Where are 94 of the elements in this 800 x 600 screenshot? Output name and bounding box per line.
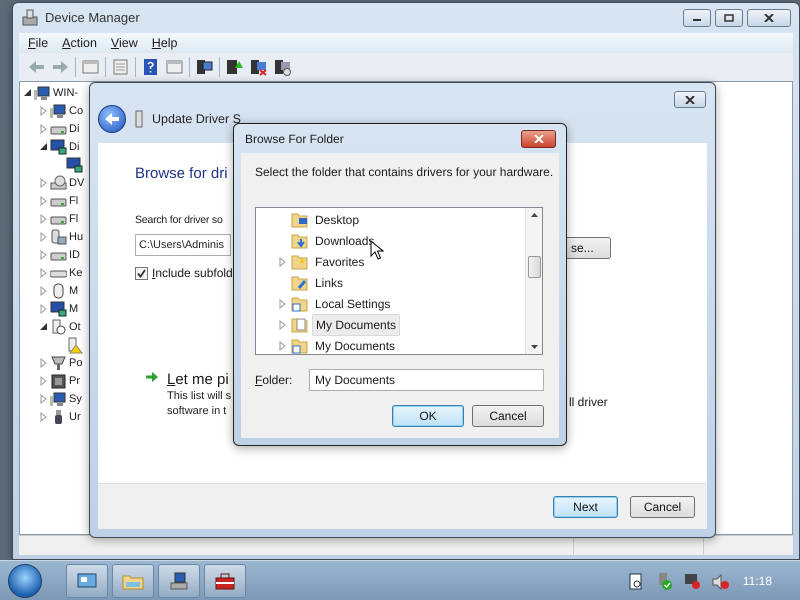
browse-button[interactable]: se...	[567, 237, 611, 259]
tree-item[interactable]: Sy	[69, 390, 82, 408]
close-icon	[534, 134, 544, 142]
help-icon[interactable]	[141, 58, 160, 76]
back-arrow-icon[interactable]	[27, 58, 46, 76]
folder-item[interactable]: Favorites	[312, 252, 368, 272]
taskbar-button[interactable]	[66, 564, 108, 598]
close-button[interactable]	[521, 130, 556, 148]
description-text: This list will s	[167, 389, 232, 404]
menu-item[interactable]: Help	[152, 34, 178, 52]
port-icon	[50, 354, 67, 372]
tree-item[interactable]: Co	[69, 102, 84, 120]
speaker-muted-icon[interactable]	[710, 572, 729, 590]
field-label: Folder:	[255, 372, 294, 389]
taskbar-button[interactable]	[158, 564, 200, 598]
description-text: software in t	[167, 404, 226, 420]
device-icon	[134, 110, 144, 128]
tree-item[interactable]: M	[69, 300, 78, 318]
description-text: ll driver	[569, 394, 608, 411]
tree-item[interactable]: Hu	[69, 228, 84, 246]
tree-item[interactable]: Di	[69, 120, 80, 138]
expander-icon[interactable]	[23, 88, 32, 98]
close-button[interactable]	[747, 9, 791, 27]
tree-item[interactable]: Pr	[69, 372, 80, 390]
window-icon[interactable]	[81, 58, 100, 76]
computer-icon	[34, 84, 51, 102]
list-icon[interactable]	[111, 58, 130, 76]
computer-icon	[50, 390, 67, 408]
next-button[interactable]: Next	[553, 496, 618, 518]
menu-item[interactable]: File	[28, 34, 48, 52]
chip-icon	[50, 372, 67, 390]
monitor-icon	[50, 138, 67, 156]
tree-item[interactable]: Ur	[69, 408, 81, 426]
cancel-button[interactable]: Cancel	[472, 405, 544, 427]
checkbox-label: Include subfold	[152, 265, 233, 282]
maximize-icon	[724, 14, 734, 22]
window-title: Device Manager	[45, 9, 140, 28]
folder-icon	[291, 295, 308, 312]
folder-field[interactable]: My Documents	[309, 369, 544, 391]
folder-item[interactable]: Local Settings	[312, 294, 394, 314]
expander-icon[interactable]	[39, 322, 48, 332]
folder-icon	[291, 211, 308, 228]
folder-item[interactable]: Links	[312, 272, 346, 292]
field-label: Search for driver so	[135, 212, 223, 228]
close-button[interactable]	[674, 91, 706, 108]
tree-item[interactable]: ID	[69, 246, 80, 264]
dialog-title: Browse For Folder	[245, 130, 344, 148]
path-field[interactable]: C:\Users\Adminis	[135, 234, 231, 256]
tree-item[interactable]: Ot	[69, 318, 81, 336]
folder-item[interactable]: Desktop	[312, 210, 362, 230]
tree-item[interactable]: WIN-	[53, 84, 78, 102]
arrow-icon	[145, 371, 159, 384]
folder-item[interactable]: My Documents	[312, 314, 400, 336]
tree-item[interactable]: Di	[69, 138, 80, 156]
monitor-icon	[66, 156, 83, 174]
scrollbar-thumb[interactable]	[528, 256, 540, 278]
close-icon	[764, 14, 774, 22]
back-arrow-icon	[104, 112, 120, 126]
menu-item[interactable]: Action	[62, 34, 97, 52]
instruction-text: Select the folder that contains drivers for your hardware.	[255, 164, 554, 181]
disc-drive-icon	[50, 174, 67, 192]
warning-icon	[66, 336, 83, 354]
back-button[interactable]	[98, 105, 126, 133]
tree-item[interactable]: DV	[69, 174, 84, 192]
tree-item[interactable]: Fl	[69, 192, 78, 210]
folder-icon	[291, 316, 308, 333]
unknown-device-icon	[50, 318, 67, 336]
folder-icon	[291, 232, 308, 249]
expander-icon[interactable]	[39, 142, 48, 152]
dialog-title: Update Driver S	[152, 110, 241, 128]
close-icon	[685, 96, 695, 104]
maximize-button[interactable]	[715, 9, 743, 27]
folder-icon	[291, 274, 308, 291]
checkbox[interactable]	[135, 266, 148, 280]
tree-item[interactable]: Fl	[69, 210, 78, 228]
cancel-button[interactable]: Cancel	[630, 496, 695, 518]
device-manager-icon	[21, 9, 39, 27]
forward-arrow-icon[interactable]	[51, 58, 70, 76]
option-link[interactable]: Let me pi	[167, 371, 232, 390]
window-icon[interactable]	[165, 58, 184, 76]
monitor-icon	[50, 300, 67, 318]
tree-item[interactable]: Po	[69, 354, 82, 372]
page-heading: Browse for dri	[135, 164, 228, 184]
controller-icon	[50, 228, 67, 246]
ok-button[interactable]: OK	[392, 405, 464, 427]
tree-item[interactable]: M	[69, 282, 78, 300]
minimize-button[interactable]	[683, 9, 711, 27]
folder-item[interactable]: My Documents	[312, 336, 398, 356]
folder-icon	[291, 253, 308, 270]
start-button[interactable]	[8, 564, 42, 598]
tree-item[interactable]: Ke	[69, 264, 82, 282]
taskbar-button[interactable]	[204, 564, 246, 598]
menu-item[interactable]: View	[110, 34, 138, 52]
computer-icon	[50, 102, 67, 120]
